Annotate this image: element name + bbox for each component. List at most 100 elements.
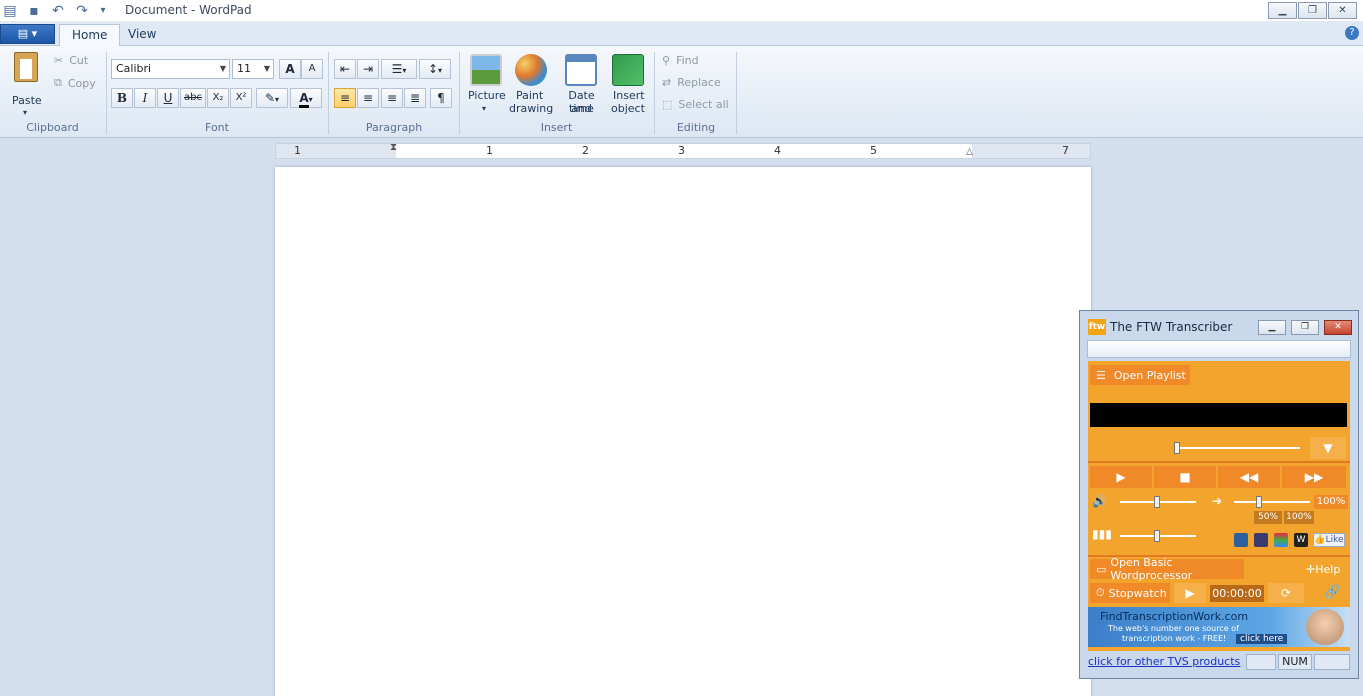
customize-quick-access-icon[interactable]: ▾ [98, 3, 108, 19]
position-slider-knob[interactable] [1174, 442, 1180, 454]
chevron-down-icon: ▾ [438, 66, 443, 75]
position-slider[interactable] [1174, 447, 1300, 449]
like-button[interactable]: 👍Like [1313, 533, 1345, 547]
speed-slider-knob[interactable] [1256, 496, 1262, 508]
minimize-button[interactable]: ▁ [1268, 2, 1297, 19]
align-left-button[interactable]: ≡ [334, 88, 356, 108]
justify-icon: ≣ [409, 91, 421, 105]
font-color-button[interactable]: A▾ [290, 88, 322, 108]
ad-banner[interactable]: FindTranscriptionWork.com The web's numb… [1088, 607, 1350, 647]
redo-icon[interactable]: ↷ [74, 3, 90, 19]
quick-access-toolbar: ▤ ▪ ↶ ↷ ▾ [2, 2, 108, 20]
picture-button[interactable]: Picture ▾ [466, 52, 506, 116]
find-button[interactable]: ⚲ Find [662, 54, 699, 67]
search-icon[interactable] [1234, 533, 1248, 547]
ftw-restore-button[interactable]: ❐ [1291, 320, 1319, 335]
shrink-font-button[interactable]: A [301, 59, 323, 79]
file-menu-button[interactable]: ▤ ▾ [0, 24, 55, 44]
align-center-button[interactable]: ≡ [357, 88, 379, 108]
help-link[interactable]: ✛Help [1306, 563, 1340, 576]
select-all-icon: ⬚ [662, 98, 673, 111]
document-page[interactable] [275, 167, 1091, 696]
help-icon[interactable]: ? [1345, 26, 1359, 40]
ftw-close-button[interactable]: ✕ [1324, 320, 1352, 335]
fast-forward-button[interactable]: ▶▶ [1282, 466, 1346, 488]
line-spacing-icon: ↕ [427, 62, 439, 76]
increase-indent-button[interactable]: ⇥ [357, 59, 379, 79]
other-products-link[interactable]: click for other TVS products [1088, 655, 1240, 668]
ftw-minimize-button[interactable]: ▁ [1258, 320, 1286, 335]
copy-label: Copy [67, 76, 96, 90]
tab-view[interactable]: View [116, 24, 168, 46]
font-size-select[interactable]: 11 ▼ [232, 59, 274, 79]
grow-font-button[interactable]: A [279, 59, 301, 79]
subscript-button[interactable]: X₂ [207, 88, 229, 108]
close-button[interactable]: ✕ [1328, 2, 1357, 19]
link-icon[interactable]: 🔗 [1324, 585, 1340, 600]
indent-marker-icon[interactable]: ⧗ [390, 142, 397, 153]
book-icon[interactable] [1254, 533, 1268, 547]
tab-home[interactable]: Home [59, 24, 121, 46]
books-icon[interactable] [1274, 533, 1288, 547]
volume-slider-knob[interactable] [1154, 496, 1160, 508]
help-label: Help [1315, 563, 1341, 576]
open-wordprocessor-label: Open Basic Wordprocessor [1110, 556, 1193, 582]
resize-grip[interactable] [1314, 654, 1350, 670]
paragraph-button[interactable]: ¶ [430, 88, 452, 108]
document-icon: ▭ [1096, 562, 1107, 576]
bold-button[interactable]: B [111, 88, 133, 108]
line-spacing-button[interactable]: ↕▾ [419, 59, 451, 79]
underline-button[interactable]: U [157, 88, 179, 108]
justify-button[interactable]: ≣ [404, 88, 426, 108]
paint-drawing-button[interactable]: Paint drawing [508, 52, 554, 116]
ftw-toolbar-strip [1087, 340, 1351, 358]
separator [328, 52, 329, 134]
rewind-button[interactable]: ◀◀ [1218, 466, 1280, 488]
italic-button[interactable]: I [134, 88, 156, 108]
ribbon-tabs: ▤ ▾ Home View ? [0, 22, 1363, 46]
replace-label: Replace [677, 76, 721, 89]
right-margin-area [972, 144, 1090, 158]
highlight-button[interactable]: ✎▾ [256, 88, 288, 108]
undo-icon[interactable]: ↶ [50, 3, 66, 19]
insert-object-button[interactable]: Insert object [608, 52, 648, 116]
select-all-label: Select all [678, 98, 729, 111]
reset-button[interactable]: ⟳ [1268, 583, 1304, 603]
wikipedia-icon[interactable]: W [1294, 533, 1308, 547]
restore-button[interactable]: ❐ [1298, 2, 1327, 19]
right-indent-marker-icon[interactable]: △ [966, 147, 973, 157]
editing-group-label: Editing [676, 121, 716, 134]
replace-button[interactable]: ⇄ Replace [662, 76, 721, 89]
strikethrough-button[interactable]: abc [180, 88, 206, 108]
date-time-button[interactable]: Date and time [556, 52, 606, 116]
play-button[interactable]: ▶ [1090, 466, 1152, 488]
open-playlist-button[interactable]: ☰ Open Playlist [1090, 365, 1190, 385]
decrease-indent-button[interactable]: ⇤ [334, 59, 356, 79]
ruler[interactable]: 1 1 2 3 4 5 7 ⧗ △ [275, 142, 1091, 159]
copy-button[interactable]: ⧉ Copy [54, 76, 96, 90]
stopwatch-button[interactable]: ⏱ Stopwatch [1090, 583, 1170, 603]
wordpad-app-icon[interactable]: ▤ [2, 3, 18, 19]
select-all-button[interactable]: ⬚ Select all [662, 98, 729, 111]
decrease-indent-icon: ⇤ [339, 62, 351, 76]
ad-click-here-button[interactable]: click here [1236, 634, 1288, 644]
cut-button[interactable]: ✂ Cut [54, 54, 88, 67]
dropdown-button[interactable]: ▼ [1310, 437, 1346, 459]
ftw-title-bar: ftw The FTW Transcriber ▁ ❐ ✕ [1084, 317, 1354, 339]
highlighter-icon: ✎ [264, 91, 276, 105]
speed-slider[interactable] [1234, 501, 1310, 503]
speed-preset-50[interactable]: 50% [1254, 511, 1282, 524]
stop-button[interactable]: ■ [1154, 466, 1216, 488]
paste-button[interactable]: Paste ▾ [8, 52, 46, 117]
speed-preset-100[interactable]: 100% [1284, 511, 1314, 524]
font-family-select[interactable]: Calibri ▼ [111, 59, 230, 79]
stopwatch-play-button[interactable]: ▶ [1174, 583, 1206, 603]
superscript-button[interactable]: X² [230, 88, 252, 108]
bullets-button[interactable]: ☰▾ [381, 59, 417, 79]
tone-slider-knob[interactable] [1154, 530, 1160, 542]
window-controls: ▁ ❐ ✕ [1268, 2, 1357, 19]
open-wordprocessor-button[interactable]: ▭ Open Basic Wordprocessor [1090, 556, 1244, 582]
save-icon[interactable]: ▪ [26, 3, 42, 19]
help-icon: ✛ [1306, 563, 1316, 576]
align-right-button[interactable]: ≡ [381, 88, 403, 108]
